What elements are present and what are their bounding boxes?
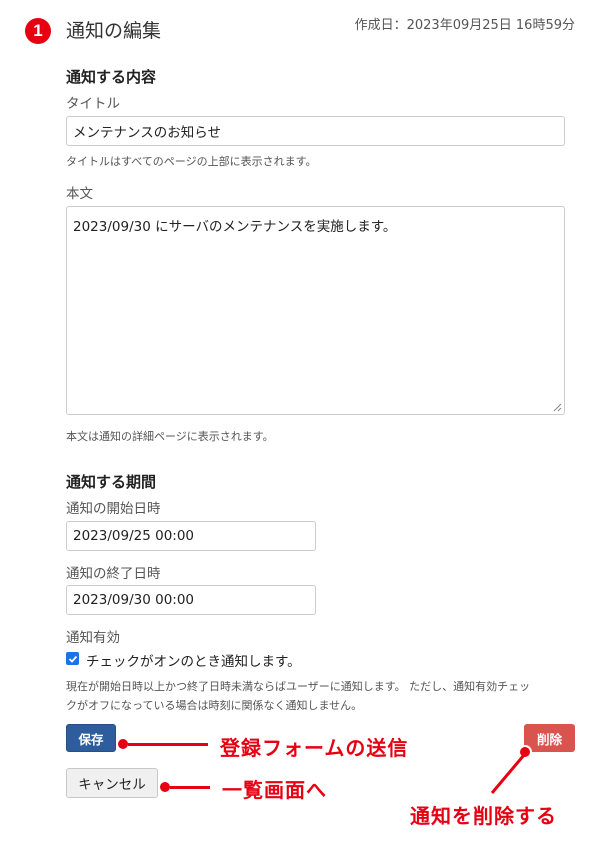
resize-grip-icon[interactable] <box>553 403 562 412</box>
created-date: 作成日：2023年09月25日 16時59分 <box>354 18 575 33</box>
period-help-line-2: クがオフになっている場合は時刻に関係なく通知しません。 <box>66 699 363 712</box>
start-datetime-input[interactable]: 2023/09/25 00:00 <box>66 521 316 551</box>
title-help-text: タイトルはすべてのページの上部に表示されます。 <box>66 155 317 168</box>
enabled-checkbox[interactable] <box>66 652 79 665</box>
end-datetime-input[interactable]: 2023/09/30 00:00 <box>66 585 316 615</box>
title-label: タイトル <box>66 96 120 112</box>
delete-callout-line <box>490 754 526 794</box>
save-annotation: 登録フォームの送信 <box>220 736 409 760</box>
delete-button[interactable]: 削除 <box>524 724 575 752</box>
period-section-heading: 通知する期間 <box>66 473 157 491</box>
body-textarea[interactable]: 2023/09/30 にサーバのメンテナンスを実施します。 <box>66 206 565 415</box>
cancel-annotation: 一覧画面へ <box>222 778 327 802</box>
step-number-badge: 1 <box>25 18 51 44</box>
period-help-text: 現在が開始日時以上かつ終了日時未満ならばユーザーに通知します。 ただし、通知有効… <box>66 677 581 715</box>
end-datetime-label: 通知の終了日時 <box>66 566 161 582</box>
cancel-button[interactable]: キャンセル <box>66 768 158 798</box>
save-callout-line <box>128 743 208 746</box>
body-help-text: 本文は通知の詳細ページに表示されます。 <box>66 430 274 443</box>
title-input[interactable]: メンテナンスのお知らせ <box>66 116 565 146</box>
period-help-line-1: 現在が開始日時以上かつ終了日時未満ならばユーザーに通知します。 ただし、通知有効… <box>66 680 531 693</box>
body-text: 2023/09/30 にサーバのメンテナンスを実施します。 <box>73 219 397 235</box>
body-label: 本文 <box>66 186 93 202</box>
enabled-checkbox-label[interactable]: チェックがオンのとき通知します。 <box>86 650 301 670</box>
page-title: 通知の編集 <box>66 20 162 42</box>
content-section-heading: 通知する内容 <box>66 68 157 86</box>
save-button[interactable]: 保存 <box>66 724 116 752</box>
start-datetime-label: 通知の開始日時 <box>66 501 161 517</box>
delete-annotation: 通知を削除する <box>410 804 557 828</box>
enabled-label: 通知有効 <box>66 630 120 646</box>
cancel-callout-line <box>170 786 210 789</box>
checkmark-icon <box>68 655 77 663</box>
